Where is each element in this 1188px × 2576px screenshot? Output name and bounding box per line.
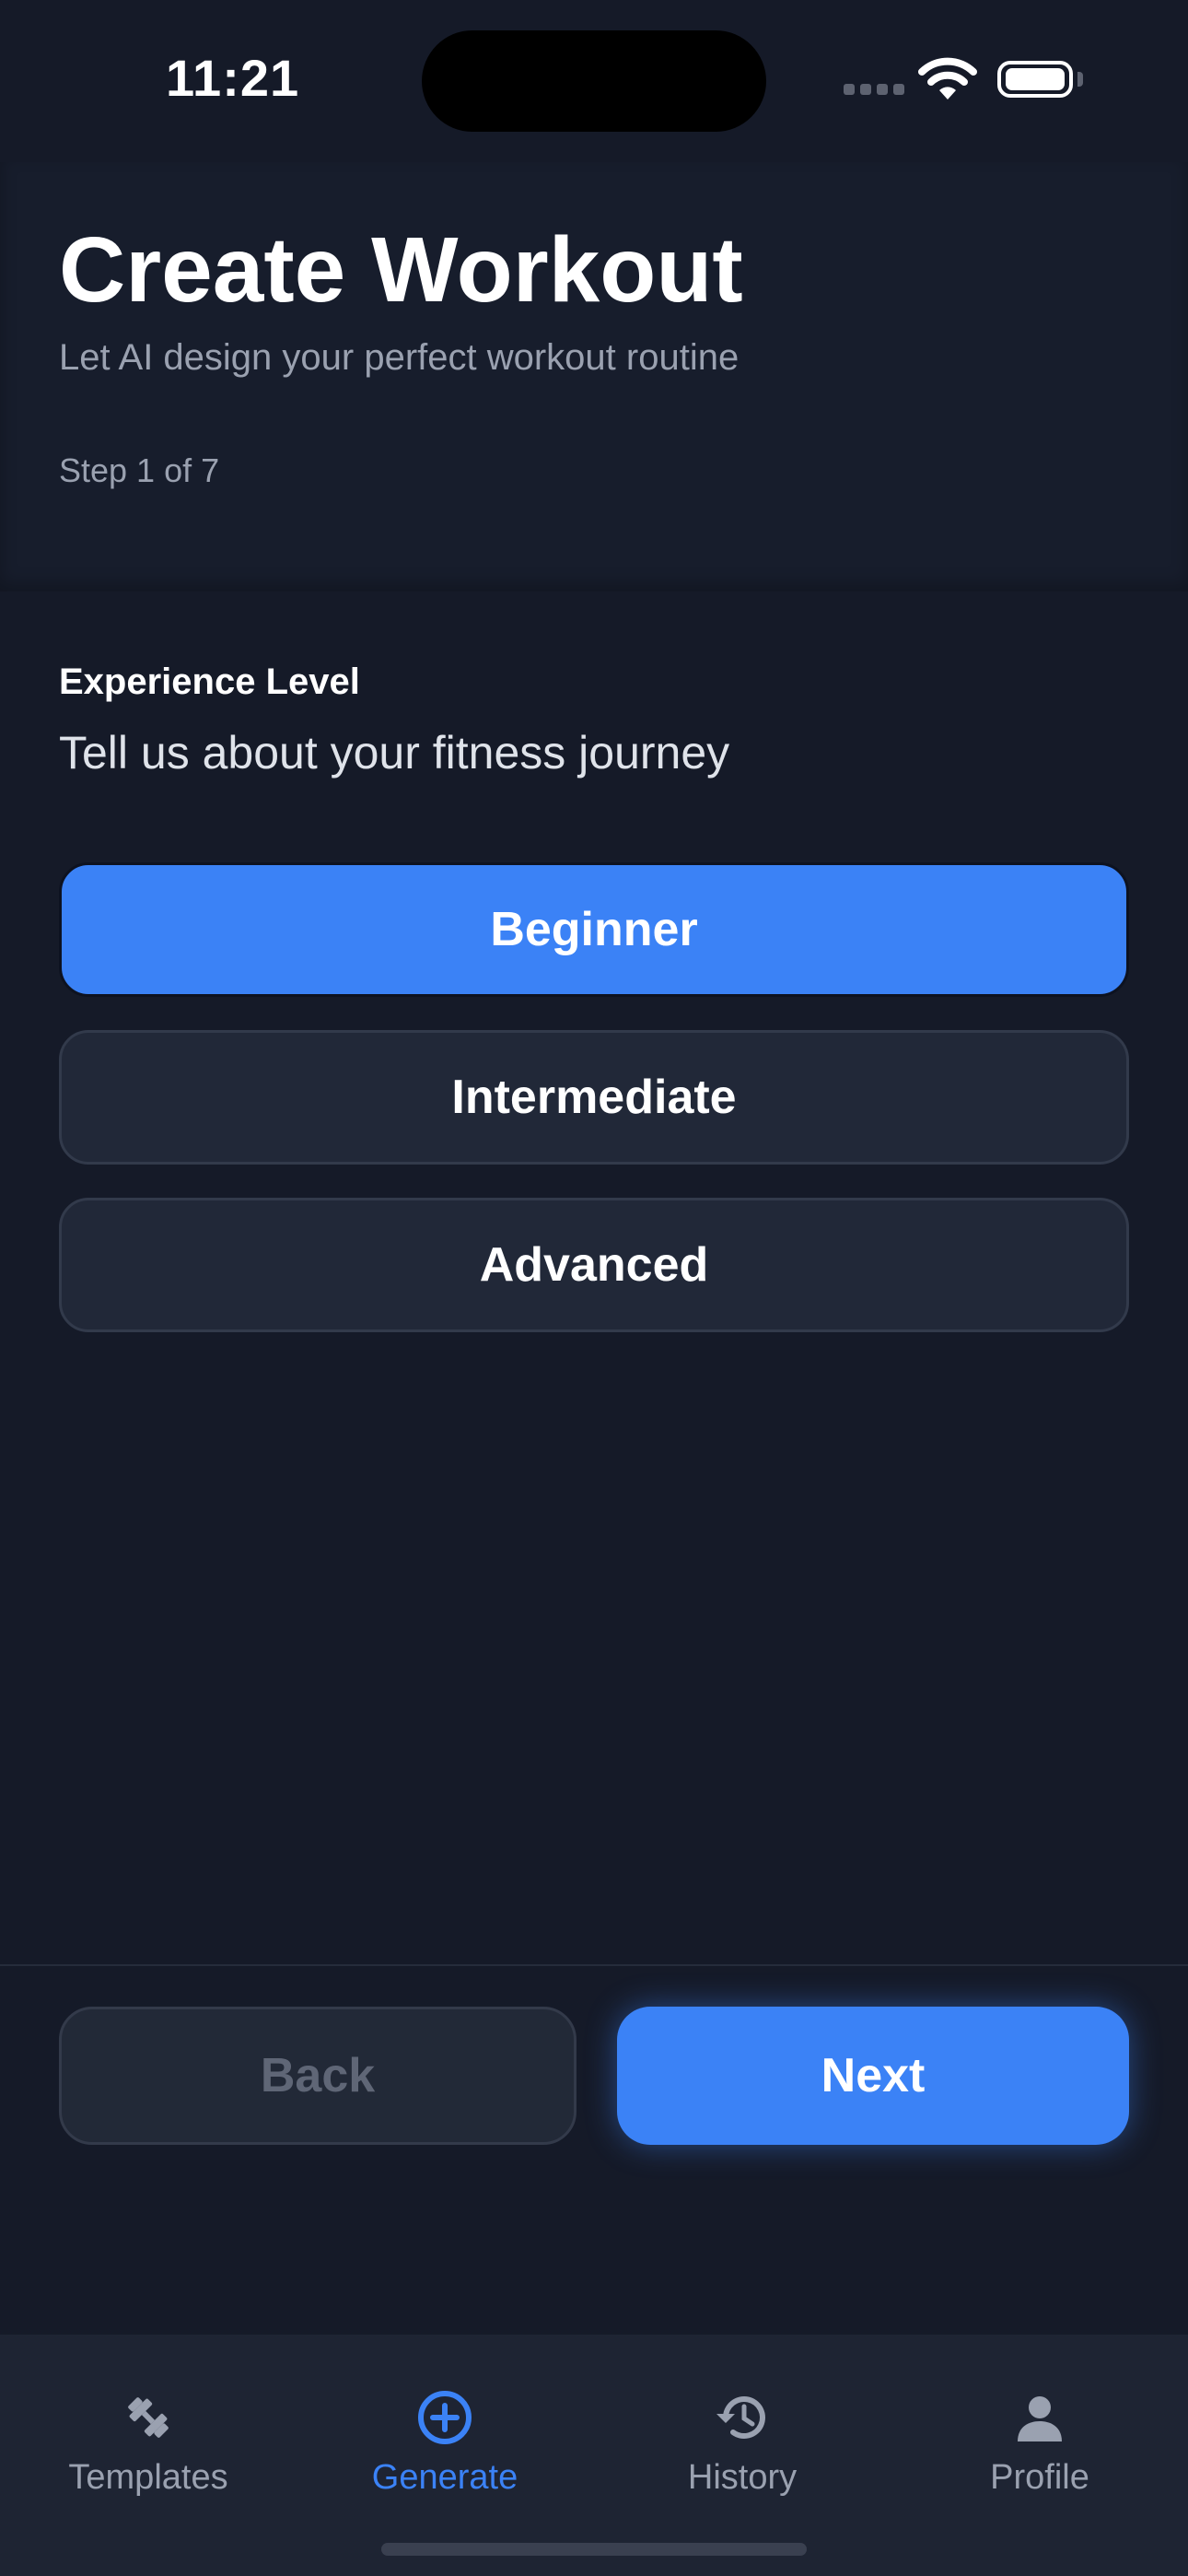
tab-generate[interactable]: Generate: [297, 2335, 593, 2519]
footer-divider: [0, 1964, 1188, 1966]
cellular-signal-icon: [844, 83, 910, 100]
tab-label-templates: Templates: [68, 2458, 228, 2497]
question-label: Experience Level: [59, 662, 360, 702]
page-subtitle: Let AI design your perfect workout routi…: [59, 337, 740, 378]
person-icon: [1010, 2388, 1069, 2452]
next-button[interactable]: Next: [617, 2007, 1129, 2145]
step-indicator: Step 1 of 7: [59, 451, 220, 489]
back-button[interactable]: Back: [59, 2007, 577, 2145]
tab-bar: Templates Generate History Profile: [0, 2335, 1188, 2576]
page-title: Create Workout: [59, 218, 743, 322]
battery-icon: [997, 61, 1073, 98]
option-beginner[interactable]: Beginner: [59, 862, 1129, 997]
option-advanced[interactable]: Advanced: [59, 1198, 1129, 1332]
tab-profile[interactable]: Profile: [891, 2335, 1188, 2519]
home-indicator[interactable]: [381, 2543, 807, 2556]
tab-label-profile: Profile: [990, 2458, 1089, 2497]
battery-tip: [1077, 72, 1083, 87]
plus-circle-icon: [415, 2388, 474, 2452]
wifi-icon: [917, 57, 978, 106]
status-time: 11:21: [166, 49, 300, 107]
tab-label-history: History: [687, 2458, 798, 2497]
tab-history[interactable]: History: [594, 2335, 891, 2519]
status-bar: 11:21: [0, 0, 1188, 162]
tab-label-generate: Generate: [371, 2458, 518, 2497]
option-intermediate[interactable]: Intermediate: [59, 1030, 1129, 1165]
question-prompt: Tell us about your fitness journey: [59, 727, 730, 779]
tab-templates[interactable]: Templates: [0, 2335, 297, 2519]
page-header: Create Workout Let AI design your perfec…: [0, 162, 1188, 591]
dumbbell-icon: [119, 2388, 178, 2452]
dynamic-island: [422, 30, 766, 132]
history-icon: [713, 2388, 772, 2452]
